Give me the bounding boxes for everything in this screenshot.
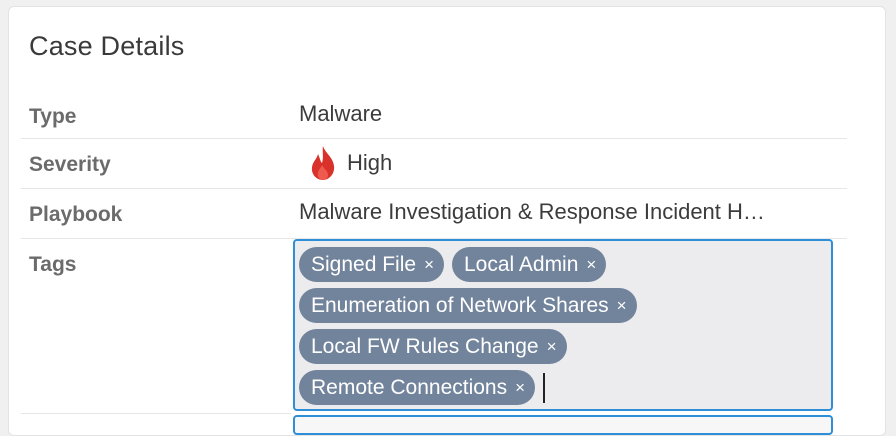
tag-chip[interactable]: Local FW Rules Change × (299, 329, 567, 364)
row-divider (21, 413, 291, 414)
severity-value-wrap[interactable]: High (307, 145, 392, 181)
tag-chip[interactable]: Local Admin × (452, 247, 607, 282)
tag-label: Enumeration of Network Shares (311, 293, 609, 317)
type-value[interactable]: Malware (299, 101, 382, 127)
tag-remove-icon[interactable]: × (586, 256, 596, 273)
tag-label: Remote Connections (311, 375, 508, 399)
field-row-type: Type Malware (21, 91, 847, 139)
tag-list: Signed File × Local Admin × Enumeration … (299, 247, 779, 405)
tag-remove-icon[interactable]: × (424, 256, 434, 273)
tag-remove-icon[interactable]: × (547, 338, 557, 355)
field-row-severity: Severity High (21, 139, 847, 189)
tag-chip[interactable]: Signed File × (299, 247, 444, 282)
type-label: Type (29, 105, 77, 128)
tag-remove-icon[interactable]: × (617, 297, 627, 314)
severity-label: Severity (29, 153, 111, 176)
tag-remove-icon[interactable]: × (515, 379, 525, 396)
flame-icon (311, 146, 335, 180)
playbook-value[interactable]: Malware Investigation & Response Inciden… (299, 199, 825, 225)
tags-label: Tags (29, 253, 77, 276)
text-cursor (543, 372, 546, 403)
next-field-input[interactable] (293, 415, 833, 435)
tag-label: Local Admin (464, 252, 579, 276)
tags-input[interactable]: Signed File × Local Admin × Enumeration … (293, 239, 833, 411)
tag-chip[interactable]: Remote Connections × (299, 370, 536, 405)
tag-chip[interactable]: Enumeration of Network Shares × (299, 288, 637, 323)
field-row-playbook: Playbook Malware Investigation & Respons… (21, 189, 847, 239)
severity-value: High (347, 150, 393, 175)
case-details-card: Case Details Type Malware Severity High … (8, 6, 886, 436)
tag-label: Signed File (311, 252, 417, 276)
playbook-label: Playbook (29, 203, 123, 226)
tag-label: Local FW Rules Change (311, 334, 539, 358)
card-title: Case Details (29, 31, 185, 61)
